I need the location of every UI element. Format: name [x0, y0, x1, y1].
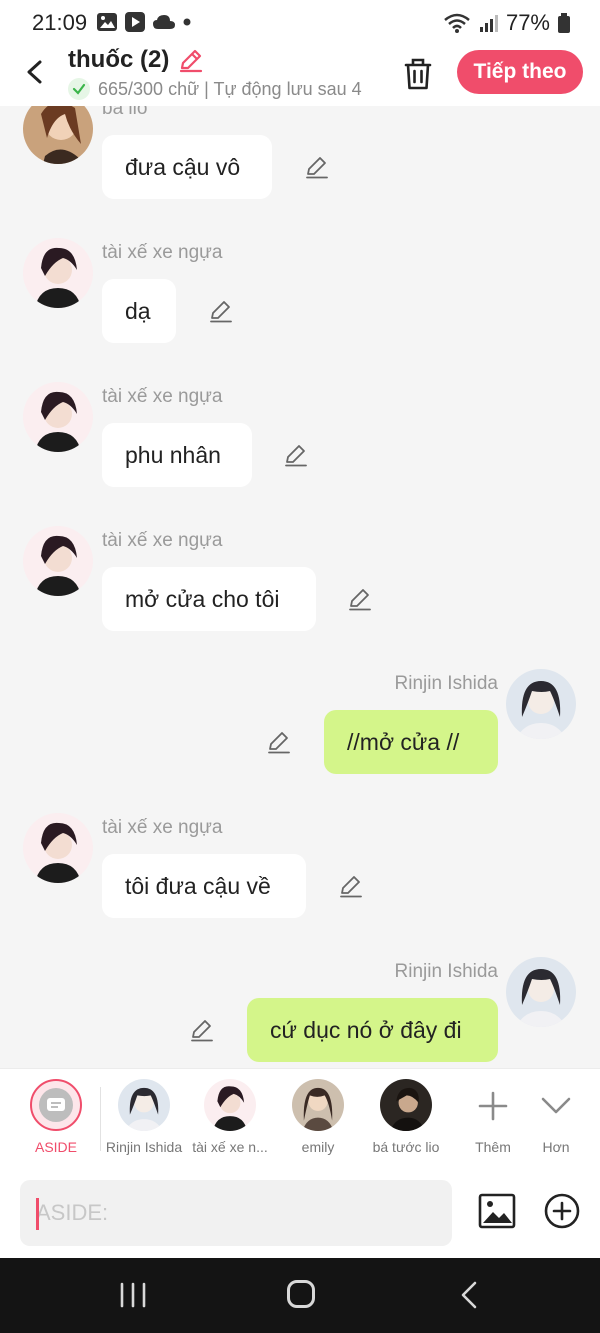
add-icon[interactable] [543, 1192, 581, 1230]
sender-name: Rinjin Ishida [394, 961, 499, 982]
home-icon[interactable] [287, 1280, 315, 1308]
image-icon[interactable] [478, 1192, 516, 1230]
text-cursor [36, 1198, 39, 1230]
chevron-down-icon [541, 1097, 571, 1114]
character-label: ASIDE [34, 1139, 77, 1155]
avatar-driver [204, 1079, 256, 1131]
sender-name: tài xế xe ngựa [102, 386, 223, 407]
recent-apps-icon[interactable] [118, 1282, 148, 1308]
aside-icon [39, 1088, 73, 1122]
avatar-lio[interactable] [23, 106, 93, 164]
plus-icon [478, 1091, 508, 1121]
edit-message-icon[interactable] [208, 298, 234, 324]
avatar-rinjin [118, 1079, 170, 1131]
aside-avatar [30, 1079, 82, 1131]
message-bubble[interactable]: dạ [102, 279, 176, 343]
message-bubble[interactable]: đưa cậu vô [102, 135, 272, 199]
character-emily[interactable]: emily [274, 1079, 362, 1155]
cloud-icon [153, 15, 175, 29]
status-notification-icons [96, 11, 192, 33]
character-rinjin[interactable]: Rinjin Ishida [100, 1079, 188, 1155]
character-label: emily [301, 1139, 335, 1155]
message-bubble[interactable]: mở cửa cho tôi [102, 567, 316, 631]
character-lio[interactable]: bá tước lio [362, 1079, 450, 1155]
save-status-row: 665/300 chữ | Tự động lưu sau 4 [68, 78, 378, 100]
chat-message: tài xế xe ngựa phu nhân [0, 382, 600, 492]
chat-message: bá lio đưa cậu vô [0, 106, 600, 216]
chat-message: tài xế xe ngựa mở cửa cho tôi [0, 526, 600, 636]
avatar-rinjin[interactable] [506, 669, 576, 739]
character-label: tài xế xe n... [192, 1139, 268, 1155]
avatar-rinjin[interactable] [506, 957, 576, 1027]
status-bar: 21:09 77% [0, 0, 600, 44]
edit-message-icon[interactable] [283, 442, 309, 468]
avatar-lio [380, 1079, 432, 1131]
message-bubble[interactable]: //mở cửa // [324, 710, 498, 774]
sender-name: Rinjin Ishida [394, 673, 499, 694]
avatar-driver[interactable] [23, 813, 93, 883]
edit-message-icon[interactable] [304, 154, 330, 180]
story-title: thuốc (2) [68, 46, 170, 73]
message-bubble[interactable]: tôi đưa cậu về [102, 854, 306, 918]
sender-name: tài xế xe ngựa [102, 530, 223, 551]
message-bubble[interactable]: phu nhân [102, 423, 252, 487]
edit-message-icon[interactable] [189, 1017, 215, 1043]
edit-title-icon[interactable] [177, 46, 205, 74]
character-label: bá tước lio [372, 1139, 440, 1155]
dot-icon [183, 18, 191, 26]
sender-name: bá lio [102, 106, 148, 119]
character-label: Rinjin Ishida [105, 1139, 183, 1155]
sender-name: tài xế xe ngựa [102, 242, 223, 263]
message-input[interactable] [20, 1180, 452, 1246]
chat-message: tài xế xe ngựa tôi đưa cậu về [0, 813, 600, 923]
status-right: 77% [444, 10, 570, 36]
media-icon [125, 12, 145, 32]
edit-message-icon[interactable] [347, 586, 373, 612]
chat-message: Rinjin Ishida cứ dục nó ở đây đi [0, 957, 600, 1066]
avatar-emily [292, 1079, 344, 1131]
word-count-autosave: 665/300 chữ | Tự động lưu sau 4 [98, 78, 362, 99]
avatar-driver[interactable] [23, 238, 93, 308]
edit-message-icon[interactable] [338, 873, 364, 899]
system-back-icon[interactable] [458, 1280, 480, 1310]
check-icon [68, 78, 90, 100]
chat-message: tài xế xe ngựa dạ [0, 238, 600, 348]
sender-name: tài xế xe ngựa [102, 817, 223, 838]
composer [0, 1168, 600, 1258]
chat-area: bá lio đưa cậu vô tài xế xe ngựa dạ tài … [0, 106, 600, 1066]
character-selector: ASIDE Rinjin Ishida tài xế xe n... emily… [0, 1068, 600, 1169]
character-label: Hơn [542, 1139, 570, 1155]
status-time: 21:09 [32, 10, 88, 35]
wifi-icon [444, 13, 470, 33]
gallery-icon [97, 13, 117, 31]
edit-message-icon[interactable] [266, 729, 292, 755]
signal-icon [479, 15, 498, 32]
message-bubble[interactable]: cứ dục nó ở đây đi [247, 998, 498, 1062]
system-nav-bar [0, 1258, 600, 1333]
character-aside[interactable]: ASIDE [12, 1079, 100, 1155]
chat-message: Rinjin Ishida //mở cửa // [0, 669, 600, 779]
avatar-driver[interactable] [23, 526, 93, 596]
trash-icon[interactable] [398, 54, 438, 94]
avatar-driver[interactable] [23, 382, 93, 452]
battery-icon [558, 13, 570, 33]
editor-header: thuốc (2) 665/300 chữ | Tự động lưu sau … [0, 44, 600, 106]
next-button[interactable]: Tiếp theo [457, 50, 583, 94]
back-arrow-icon[interactable] [20, 56, 52, 88]
battery-percent: 77% [505, 10, 550, 35]
character-driver[interactable]: tài xế xe n... [186, 1079, 274, 1155]
title-row: thuốc (2) [68, 46, 205, 74]
more-characters-button[interactable]: Hơn [516, 1079, 596, 1155]
